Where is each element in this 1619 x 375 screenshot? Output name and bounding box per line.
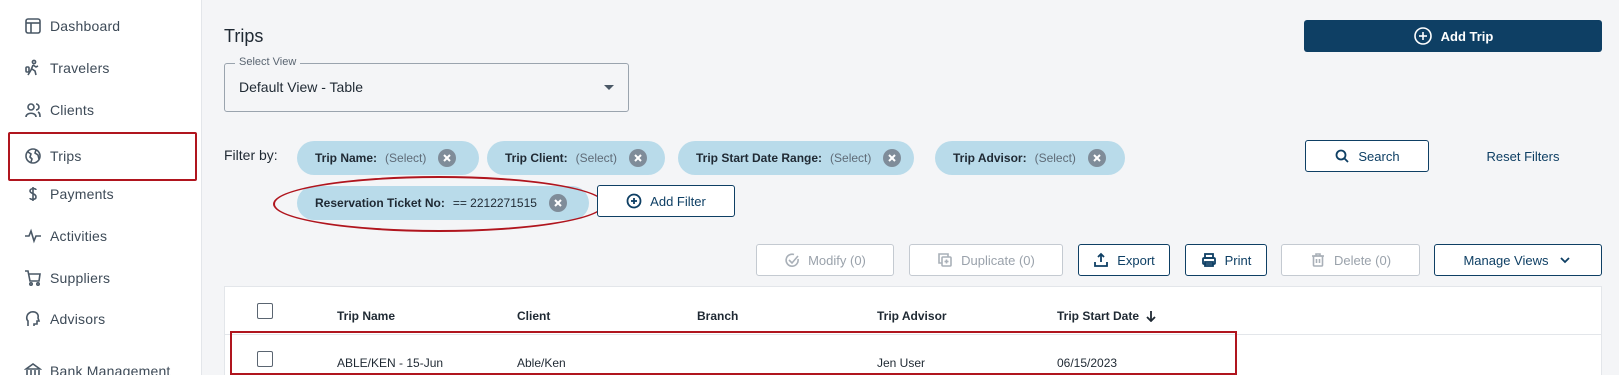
search-button[interactable]: Search (1305, 140, 1429, 172)
filter-chip-trip-advisor[interactable]: Trip Advisor: (Select) (935, 141, 1125, 175)
manage-views-button[interactable]: Manage Views (1434, 244, 1602, 276)
column-header-label: Trip Advisor (877, 309, 947, 323)
chip-key: Trip Advisor: (953, 151, 1027, 165)
traveler-icon (25, 59, 39, 76)
filter-by-label: Filter by: (224, 147, 278, 163)
chevron-down-icon (1559, 257, 1570, 264)
sidebar-item-travelers[interactable]: Travelers (24, 56, 110, 80)
add-trip-button[interactable]: Add Trip (1304, 20, 1602, 52)
plus-circle-icon (1413, 27, 1432, 45)
sidebar-item-label: Travelers (50, 60, 110, 76)
sidebar-item-activities[interactable]: Activities (24, 224, 107, 248)
bank-icon (24, 363, 42, 375)
dashboard-icon (25, 18, 41, 34)
sidebar: Dashboard Travelers Clients Trips Paymen… (0, 0, 202, 375)
duplicate-label: Duplicate (0) (961, 252, 1035, 268)
add-filter-label: Add Filter (650, 193, 706, 209)
select-view-legend: Select View (235, 56, 301, 68)
export-label: Export (1117, 252, 1155, 268)
column-header-trip-advisor[interactable]: Trip Advisor (877, 309, 947, 323)
row-highlight-box (230, 331, 1237, 375)
add-trip-label: Add Trip (1440, 28, 1494, 44)
sidebar-item-clients[interactable]: Clients (24, 98, 94, 122)
add-filter-button[interactable]: Add Filter (597, 185, 735, 217)
sidebar-item-payments[interactable]: Payments (24, 182, 114, 206)
chip-value: (Select) (830, 151, 872, 165)
sidebar-item-label: Activities (50, 228, 108, 244)
search-icon (1335, 149, 1350, 163)
sidebar-item-label: Dashboard (50, 18, 121, 34)
column-header-label: Trip Name (337, 309, 396, 323)
chip-value: (Select) (1034, 151, 1076, 165)
column-header-client[interactable]: Client (517, 309, 550, 323)
cart-icon (25, 270, 41, 287)
dollar-icon (29, 187, 37, 201)
close-icon[interactable] (883, 149, 902, 167)
column-header-label: Branch (697, 309, 739, 323)
filter-chip-trip-name[interactable]: Trip Name: (Select) (297, 141, 479, 175)
chip-key: Trip Start Date Range: (696, 151, 823, 165)
clients-icon (25, 103, 41, 118)
column-header-label: Client (517, 309, 551, 323)
sidebar-item-label: Suppliers (50, 270, 111, 286)
sidebar-item-label: Advisors (50, 311, 106, 327)
caret-down-icon (604, 85, 614, 90)
sidebar-item-label: Bank Management (50, 363, 171, 375)
advisor-icon (25, 311, 41, 326)
sort-arrow-down-icon (1146, 311, 1156, 322)
chip-key: Trip Client: (505, 151, 568, 165)
manage-views-label: Manage Views (1463, 252, 1549, 268)
trash-icon (1311, 253, 1324, 267)
reset-filters-button[interactable]: Reset Filters (1445, 140, 1601, 172)
sidebar-item-label: Clients (50, 102, 95, 118)
delete-label: Delete (0) (1333, 252, 1392, 268)
filter-chip-trip-start-date-range[interactable]: Trip Start Date Range: (Select) (678, 141, 914, 175)
sidebar-item-bank-management[interactable]: Bank Management (24, 359, 171, 375)
trips-highlight-box (8, 132, 197, 181)
delete-button[interactable]: Delete (0) (1281, 244, 1420, 276)
duplicate-button[interactable]: Duplicate (0) (909, 244, 1063, 276)
sidebar-item-advisors[interactable]: Advisors (24, 307, 105, 331)
sidebar-item-suppliers[interactable]: Suppliers (24, 266, 110, 290)
close-icon[interactable] (1087, 149, 1106, 167)
activity-icon (25, 228, 41, 244)
app-root: Dashboard Travelers Clients Trips Paymen… (0, 0, 1619, 375)
reservation-highlight-oval (273, 176, 605, 232)
column-header-trip-name[interactable]: Trip Name (337, 309, 395, 323)
print-button[interactable]: Print (1185, 244, 1267, 276)
check-circle-icon (785, 253, 799, 267)
plus-circle-icon (626, 193, 642, 209)
chip-value: (Select) (575, 151, 618, 165)
close-icon[interactable] (438, 149, 457, 167)
close-icon[interactable] (629, 149, 648, 167)
chip-key: Trip Name: (315, 151, 378, 165)
column-header-trip-start-date[interactable]: Trip Start Date (1057, 309, 1157, 323)
sidebar-item-label: Payments (50, 186, 114, 202)
page-title: Trips (224, 26, 264, 46)
upload-icon (1094, 252, 1109, 267)
select-view-value: Default View - Table (239, 79, 363, 95)
column-header-branch[interactable]: Branch (697, 309, 738, 323)
select-view-dropdown[interactable]: Select View Default View - Table (224, 56, 629, 112)
search-label: Search (1358, 148, 1400, 164)
export-button[interactable]: Export (1078, 244, 1170, 276)
printer-icon (1201, 253, 1216, 267)
filter-chip-trip-client[interactable]: Trip Client: (Select) (487, 141, 665, 175)
sidebar-item-dashboard[interactable]: Dashboard (24, 14, 120, 38)
select-all-checkbox[interactable] (257, 303, 273, 319)
column-header-label: Trip Start Date (1057, 309, 1140, 323)
duplicate-icon (938, 253, 952, 267)
chip-value: (Select) (385, 151, 427, 165)
modify-label: Modify (0) (808, 252, 866, 268)
modify-button[interactable]: Modify (0) (756, 244, 894, 276)
print-label: Print (1224, 252, 1252, 268)
